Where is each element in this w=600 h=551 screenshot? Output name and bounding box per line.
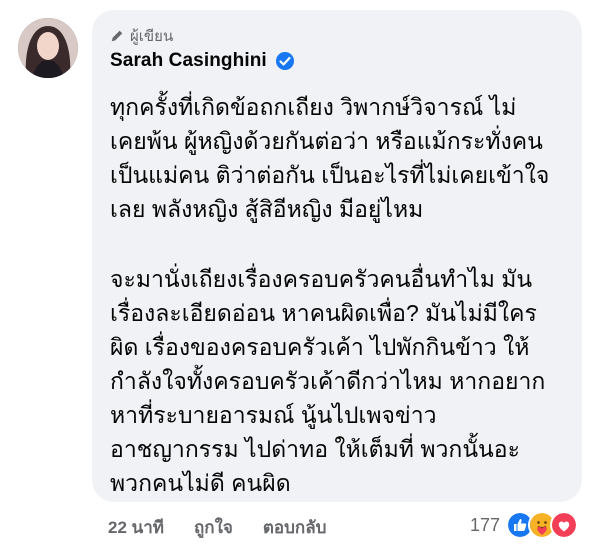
author-name[interactable]: Sarah Casinghini <box>110 50 267 72</box>
author-name-row: Sarah Casinghini <box>110 50 295 72</box>
comment-line: อาชญากรรม ไปด่าทอ ให้เต็มที่ พวกนั้นอะ <box>110 436 520 462</box>
comment-line: พวกคนไม่ดี คนผิด <box>110 470 291 496</box>
comment-line: เรื่องละเอียดอ่อน หาคนผิดเพื่อ? มันไม่มี… <box>110 300 537 326</box>
comment-line: กำลังใจทั้งครอบครัวเค้าดีกว่าไหม หากอยาก <box>110 368 546 394</box>
comment-line: จะมานั่งเถียงเรื่องครอบครัวคนอื่นทำไม มั… <box>110 266 533 292</box>
comment-line: ผิด เรื่องของครอบครัวเค้า ไปพักกินข้าว ใ… <box>110 334 530 360</box>
comment-line: เลย พลังหญิง สู้สิอีหญิง มีอยู่ไหม <box>110 196 424 222</box>
author-role-label: ผู้เขียน <box>130 28 174 45</box>
comment-line: ทุกครั้งที่เกิดข้อถกเถียง วิพากษ์วิจารณ์… <box>110 94 517 120</box>
comment-actions: 22 นาที ถูกใจ ตอบกลับ <box>108 514 326 541</box>
comment-bubble: ผู้เขียน Sarah Casinghini ทุกครั้งที่เกิ… <box>92 10 582 502</box>
reply-button[interactable]: ตอบกลับ <box>263 514 327 541</box>
comment-line: เคยพ้น ผู้หญิงด้วยกันต่อว่า หรือแม้กระทั… <box>110 128 543 154</box>
pencil-icon <box>111 30 123 42</box>
reaction-count: 177 <box>469 514 500 535</box>
verified-badge-icon <box>275 52 294 70</box>
comment-line: เป็นแม่คน ติว่าต่อกัน เป็นอะไรที่ไม่เคยเ… <box>110 162 550 188</box>
love-icon <box>550 511 578 539</box>
comment-timestamp[interactable]: 22 นาที <box>108 514 164 541</box>
comment-body: ทุกครั้งที่เกิดข้อถกเถียง วิพากษ์วิจารณ์… <box>110 90 572 500</box>
like-button[interactable]: ถูกใจ <box>194 514 233 541</box>
author-role-row: ผู้เขียน <box>110 24 173 48</box>
comment-line: หาที่ระบายอารมณ์ นู้นไปเพจข่าว <box>110 402 437 428</box>
author-avatar[interactable] <box>18 18 78 78</box>
reaction-summary[interactable]: 177 <box>470 511 578 539</box>
avatar-photo <box>18 18 78 78</box>
